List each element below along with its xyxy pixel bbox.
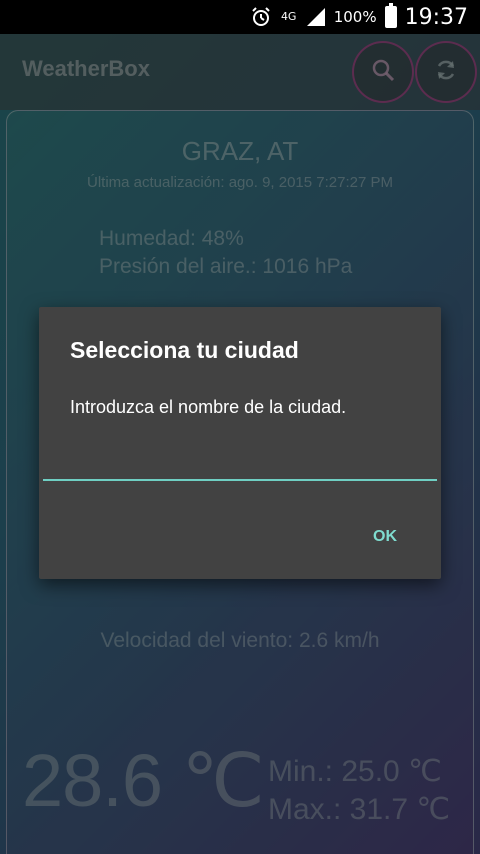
dialog-message: Introduzca el nombre de la ciudad.	[70, 397, 347, 417]
signal-icon	[306, 7, 326, 27]
battery-icon	[384, 3, 397, 28]
ok-button[interactable]: OK	[357, 519, 413, 555]
battery-percent: 100%	[333, 8, 377, 26]
dialog-title: Selecciona tu ciudad	[70, 337, 299, 363]
alarm-icon	[250, 6, 272, 28]
select-city-dialog: Selecciona tu ciudad Introduzca el nombr…	[39, 307, 441, 579]
status-time: 19:37	[404, 4, 468, 30]
status-bar: 4G 100% 19:37	[0, 0, 480, 34]
network-type: 4G	[280, 10, 297, 23]
city-input[interactable]	[43, 455, 437, 481]
